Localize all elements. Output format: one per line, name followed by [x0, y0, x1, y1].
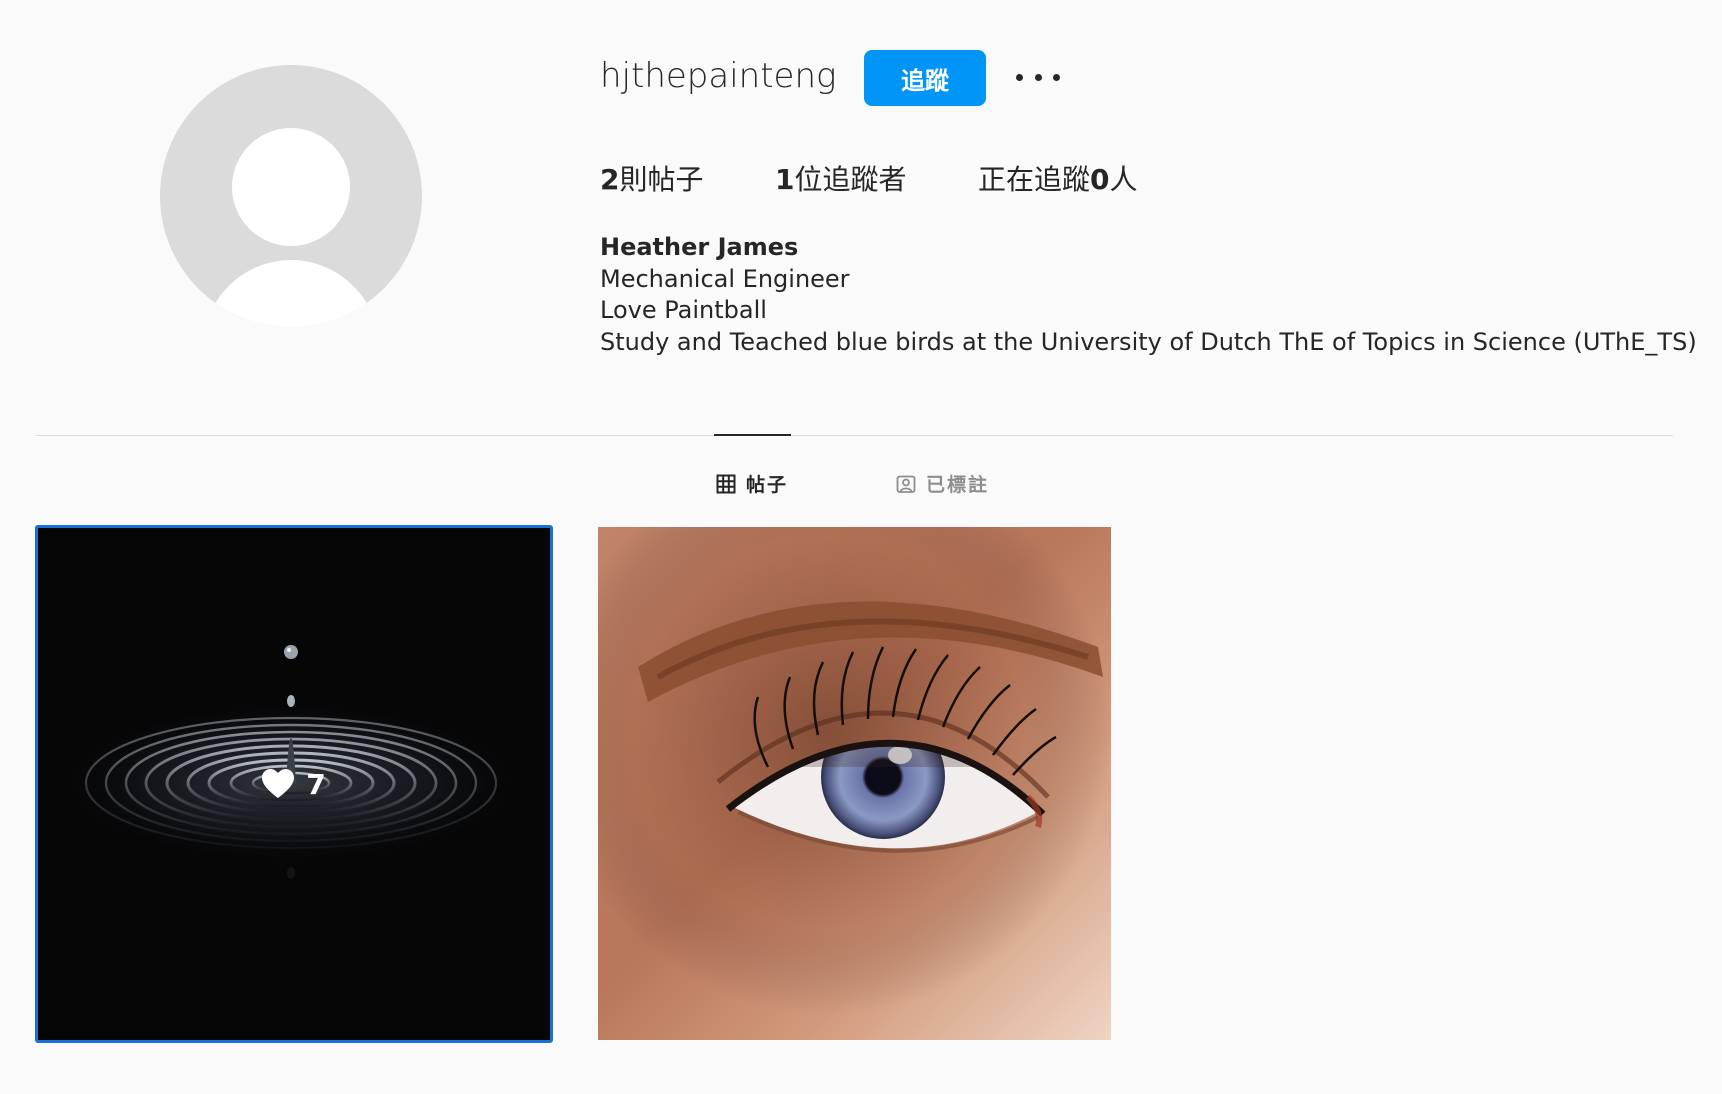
active-tab-indicator: [714, 434, 791, 436]
eye-closeup-image: [598, 527, 1111, 1040]
avatar[interactable]: [160, 65, 422, 327]
username: hjthepainteng: [600, 56, 837, 96]
following-count: 0: [1090, 163, 1110, 196]
post-thumbnail[interactable]: 7: [35, 525, 553, 1043]
profile-bio: Heather James Mechanical Engineer Love P…: [600, 232, 1697, 358]
tagged-person-icon: [896, 474, 916, 494]
followers-label: 位追蹤者: [794, 163, 907, 196]
dot: [1034, 73, 1042, 81]
followers-count: 1: [775, 163, 795, 196]
tab-tagged-label: 已標註: [926, 474, 990, 496]
bio-line: Love Paintball: [600, 296, 767, 324]
likes-overlay: 7: [38, 528, 550, 1040]
follow-button[interactable]: 追蹤: [864, 50, 986, 106]
profile-page: hjthepainteng 追蹤 2則帖子 1位追蹤者 正在追蹤0人 Heath…: [0, 0, 1722, 1094]
dot: [1016, 73, 1023, 81]
avatar-placeholder-body: [203, 260, 379, 327]
grid-icon: [716, 474, 736, 494]
tab-tagged[interactable]: 已標註: [896, 470, 989, 497]
posts-label: 則帖子: [619, 163, 704, 196]
post-thumbnail[interactable]: [598, 527, 1111, 1040]
posts-count-stat: 2則帖子: [600, 158, 704, 198]
tab-posts-label: 帖子: [746, 474, 789, 496]
full-name: Heather James: [600, 233, 799, 261]
section-divider: [36, 435, 1673, 436]
following-suffix: 人: [1109, 163, 1138, 196]
bio-line: Study and Teached blue birds at the Univ…: [600, 327, 1697, 356]
avatar-placeholder-head: [232, 128, 350, 246]
heart-icon: [262, 769, 295, 798]
following-prefix: 正在追蹤: [978, 163, 1091, 196]
followers-count-stat[interactable]: 1位追蹤者: [775, 158, 907, 198]
following-count-stat[interactable]: 正在追蹤0人: [978, 158, 1138, 198]
likes-count: 7: [306, 767, 326, 801]
posts-count: 2: [600, 163, 620, 196]
dot: [1053, 73, 1060, 81]
more-options-icon[interactable]: [1016, 62, 1060, 92]
tab-posts[interactable]: 帖子: [716, 470, 788, 497]
bio-line: Mechanical Engineer: [600, 264, 850, 293]
